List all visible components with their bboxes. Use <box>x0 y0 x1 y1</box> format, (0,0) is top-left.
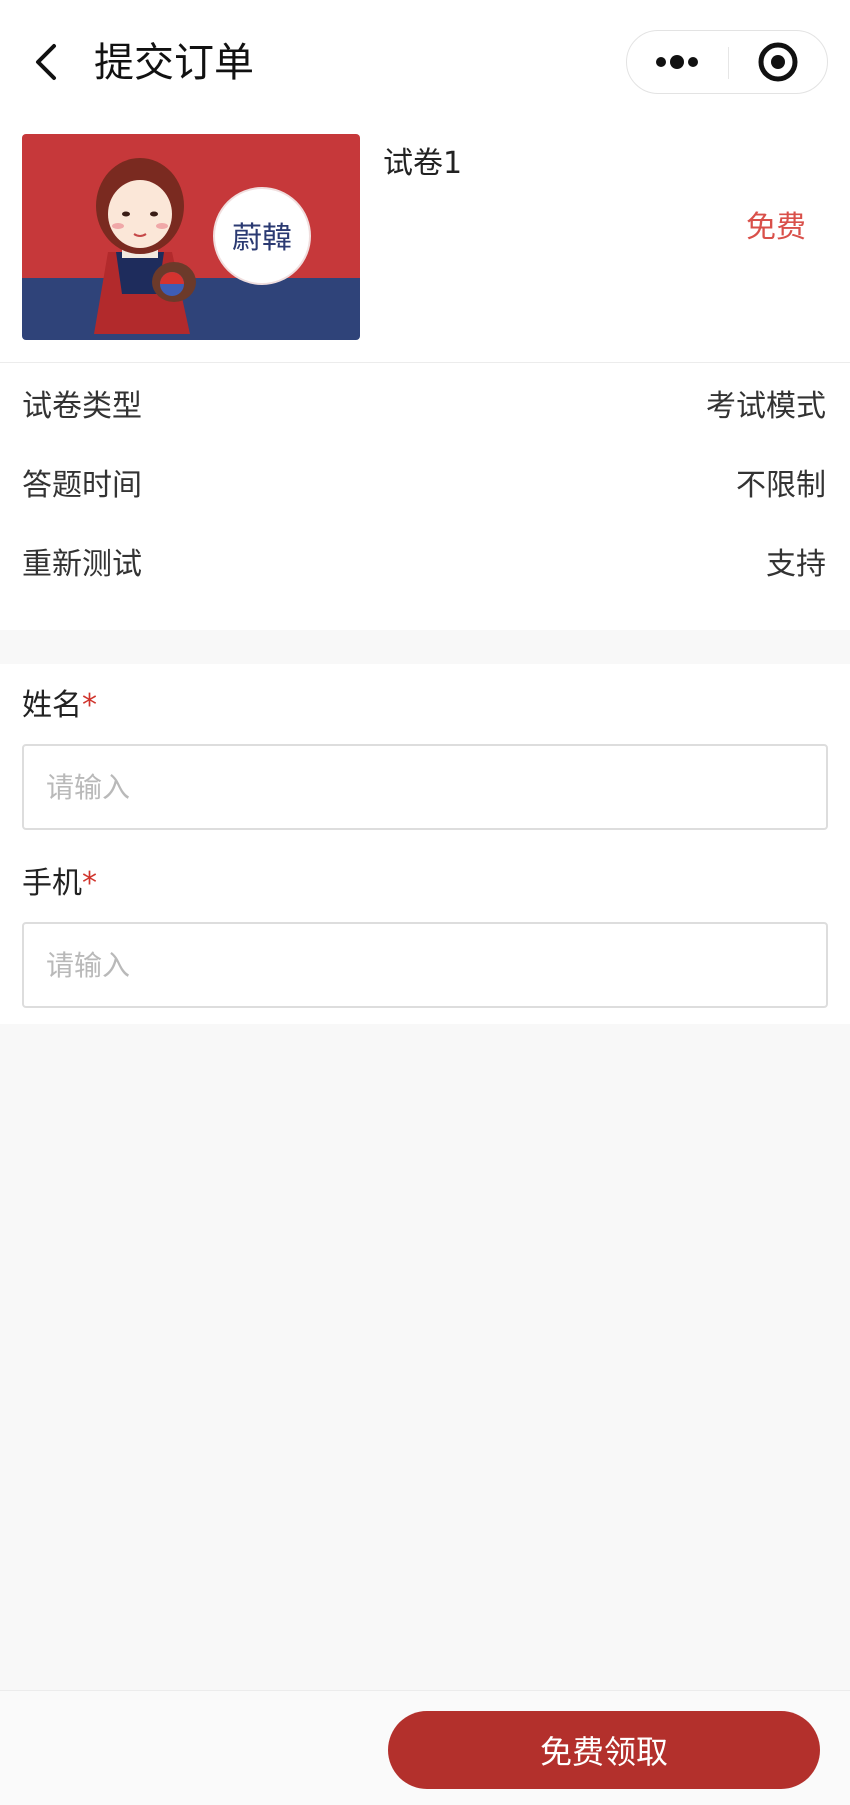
info-row-retest: 重新测试 支持 <box>0 535 850 595</box>
bottom-bar: 免费领取 <box>0 1690 850 1805</box>
info-value: 考试模式 <box>706 389 826 424</box>
info-row-type: 试卷类型 考试模式 <box>0 377 850 437</box>
more-dots-icon <box>656 55 698 69</box>
info-label: 答题时间 <box>22 468 142 503</box>
mini-program-capsule <box>626 30 828 94</box>
required-mark: * <box>82 688 97 723</box>
info-value: 支持 <box>766 547 826 582</box>
logo-text: 蔚韓 <box>232 221 292 256</box>
target-icon <box>758 42 798 82</box>
back-button[interactable] <box>28 40 68 84</box>
chevron-left-icon <box>36 44 56 80</box>
page-title: 提交订单 <box>94 40 254 86</box>
free-claim-button[interactable]: 免费领取 <box>388 1711 820 1789</box>
phone-input[interactable] <box>22 922 828 1008</box>
product-thumbnail: 蔚韓 <box>22 134 360 340</box>
top-bar: 提交订单 <box>0 0 850 128</box>
more-button[interactable] <box>627 31 727 93</box>
required-mark: * <box>82 866 97 901</box>
name-label: 姓名* <box>22 686 97 726</box>
contact-form: 姓名* 手机* <box>0 664 850 1024</box>
name-input[interactable] <box>22 744 828 830</box>
product-price: 免费 <box>746 210 806 245</box>
close-miniprogram-button[interactable] <box>729 31 827 93</box>
product-name: 试卷1 <box>383 146 463 181</box>
info-label: 试卷类型 <box>22 389 142 424</box>
info-row-time: 答题时间 不限制 <box>0 456 850 516</box>
phone-label: 手机* <box>22 864 97 904</box>
phone-label-text: 手机 <box>22 866 82 901</box>
info-value: 不限制 <box>736 468 826 503</box>
product-card: 蔚韓 试卷1 免费 <box>0 128 850 363</box>
name-label-text: 姓名 <box>22 688 82 723</box>
exam-info-section: 试卷类型 考试模式 答题时间 不限制 重新测试 支持 <box>0 363 850 630</box>
info-label: 重新测试 <box>22 547 142 582</box>
